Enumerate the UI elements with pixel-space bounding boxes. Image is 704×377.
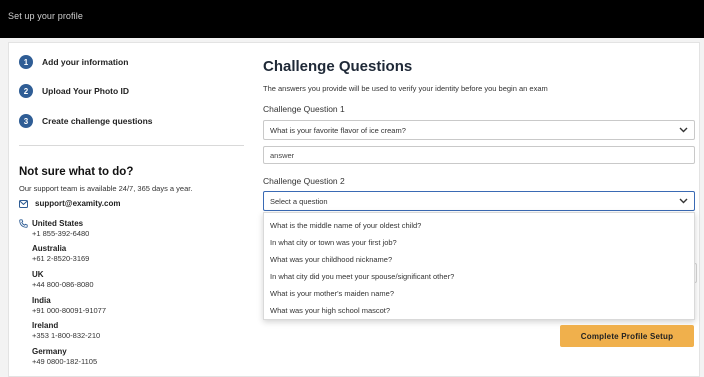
dropdown-option[interactable]: In what city or town was your first job? [270,238,397,247]
dropdown-option[interactable]: What is the middle name of your oldest c… [270,221,421,230]
envelope-icon [19,199,28,208]
country-phone[interactable]: +49 0800-182-1105 [32,357,97,366]
profile-card: 1 Add your information 2 Upload Your Pho… [8,42,700,377]
answer-1-input[interactable]: answer [263,146,695,164]
question-1-select[interactable]: What is your favorite flavor of ice crea… [263,120,695,140]
question-1-value: What is your favorite flavor of ice crea… [270,126,406,135]
country-ireland: Ireland +353 1-800-832-210 [32,321,100,340]
step-label-3: Create challenge questions [42,116,153,126]
country-phone[interactable]: +1 855-392-6480 [32,229,89,238]
answer-1-value: answer [270,151,295,160]
country-name: Australia [32,244,67,253]
step-number-3: 3 [19,114,33,128]
country-name: Ireland [32,321,59,330]
dropdown-option[interactable]: In what city did you meet your spouse/si… [270,272,454,281]
step-challenge-questions[interactable]: 3 Create challenge questions [19,114,153,128]
country-uk: UK +44 800-086-8080 [32,270,94,289]
main-panel: Challenge Questions The answers you prov… [263,43,699,377]
question-2-dropdown: What is the middle name of your oldest c… [263,212,695,320]
country-phone[interactable]: +91 000-80091-91077 [32,306,106,315]
sidebar-divider [19,145,244,146]
help-subtitle: Our support team is available 24/7, 365 … [19,184,193,193]
country-phone[interactable]: +353 1-800-832-210 [32,331,100,340]
country-name: Germany [32,347,67,356]
section-heading: Challenge Questions [263,58,413,75]
dropdown-option[interactable]: What was your childhood nickname? [270,255,392,264]
dropdown-option[interactable]: What is your mother's maiden name? [270,289,394,298]
step-add-information[interactable]: 1 Add your information [19,55,128,69]
question-2-label: Challenge Question 2 [263,176,345,186]
chevron-down-icon [679,127,688,133]
country-name: India [32,296,51,305]
country-phone[interactable]: +61 2-8520-3169 [32,254,89,263]
dropdown-option[interactable]: What was your high school mascot? [270,306,390,315]
country-india: India +91 000-80091-91077 [32,296,106,315]
sidebar: 1 Add your information 2 Upload Your Pho… [9,43,247,377]
step-number-1: 1 [19,55,33,69]
help-title: Not sure what to do? [19,166,134,178]
step-upload-photo[interactable]: 2 Upload Your Photo ID [19,84,129,98]
section-description: The answers you provide will be used to … [263,84,548,93]
support-email-row[interactable]: support@examity.com [19,199,120,208]
step-label-2: Upload Your Photo ID [42,86,130,96]
step-number-2: 2 [19,84,33,98]
country-united-states: United States +1 855-392-6480 [32,219,89,238]
page-title: Set up your profile [8,11,83,21]
step-label-1: Add your information [42,57,129,67]
question-2-select[interactable]: Select a question [263,191,695,211]
question-1-label: Challenge Question 1 [263,104,345,114]
phone-icon [19,219,28,228]
top-bar: Set up your profile [0,0,704,38]
country-germany: Germany +49 0800-182-1105 [32,347,97,366]
country-phone[interactable]: +44 800-086-8080 [32,280,94,289]
complete-profile-button[interactable]: Complete Profile Setup [560,325,694,347]
country-australia: Australia +61 2-8520-3169 [32,244,89,263]
chevron-down-icon [679,198,688,204]
support-email[interactable]: support@examity.com [35,199,120,208]
question-2-value: Select a question [270,197,328,206]
country-name: United States [32,219,84,228]
country-name: UK [32,270,44,279]
